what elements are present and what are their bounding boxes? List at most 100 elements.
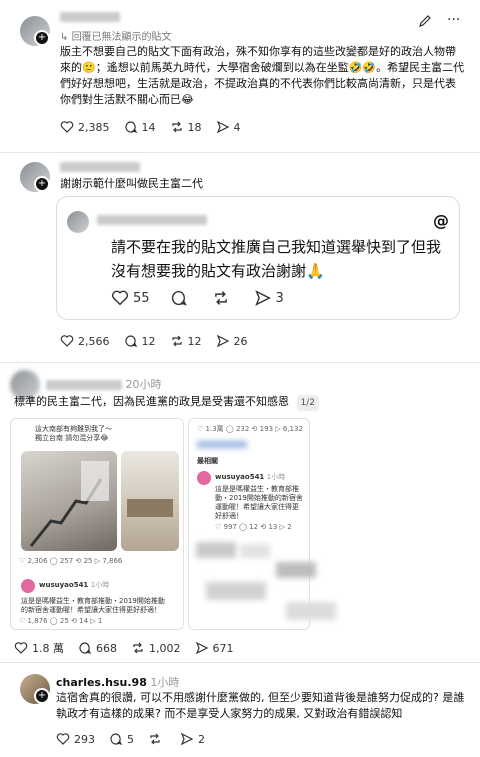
follow-plus-icon[interactable]: + xyxy=(34,688,50,704)
quoted-action-bar: 55 3 xyxy=(111,289,298,307)
post-text: 版主不想要自己的貼文下面有政治，殊不知你享有的這些改變都是好的政治人物帶來的🙂；… xyxy=(60,45,465,106)
comment-button[interactable]: 668 xyxy=(78,641,117,655)
card1-commenter: wusuyao541 1小時 xyxy=(39,581,110,589)
repost-button[interactable]: 1,002 xyxy=(131,641,181,655)
card2-stats: ♡ 1.3萬 ◯ 232 ⟲ 193 ▷ 6,132 xyxy=(197,425,303,433)
heart-icon xyxy=(111,290,129,306)
card2-commenter-avatar xyxy=(197,471,211,485)
quoted-like: 55 xyxy=(111,289,150,307)
card1-footer-stats: ♡ 1,876 ◯ 25 ⟲ 14 ▷ 1 xyxy=(19,617,103,625)
action-bar: 1.8 萬 668 1,002 671 xyxy=(14,640,248,656)
comment-icon xyxy=(171,290,187,306)
heart-icon xyxy=(56,733,70,745)
reply-arrow-icon: ↳ xyxy=(60,32,72,43)
like-count: 2,385 xyxy=(78,120,110,134)
quoted-repost xyxy=(212,289,234,307)
like-count: 293 xyxy=(74,732,95,746)
comment-count: 668 xyxy=(96,641,117,655)
author-name[interactable] xyxy=(60,10,120,23)
comment-count: 12 xyxy=(141,334,156,348)
share-count: 2 xyxy=(198,732,205,746)
follow-plus-icon[interactable]: + xyxy=(34,176,50,192)
card2-commenter: wusuyao541 1小時 xyxy=(215,473,286,481)
comment-icon xyxy=(110,733,123,746)
repost-button[interactable] xyxy=(148,732,166,746)
quoted-comment xyxy=(170,289,192,307)
repost-icon xyxy=(171,335,182,347)
repost-icon xyxy=(214,291,227,305)
quoted-like-count: 55 xyxy=(133,290,150,306)
quoted-avatar xyxy=(67,211,89,233)
like-button[interactable]: 293 xyxy=(56,732,95,746)
reply-context: ↳ 回覆已無法顯示的貼文 xyxy=(60,32,172,43)
share-count: 26 xyxy=(233,334,248,348)
card1-top-text: 這大南部有夠難到我了～ 獨立台南 請勿混分享😂 xyxy=(35,425,112,442)
post-text: 這宿舍真的很讚, 可以不用感謝什麼黨做的, 但至少要知道背後是誰努力促成的? 是… xyxy=(56,691,465,720)
like-button[interactable]: 1.8 萬 xyxy=(14,640,64,656)
comment-button[interactable]: 5 xyxy=(109,732,134,746)
author-name[interactable] xyxy=(60,160,140,173)
card2-body: 這是是嗎權益生・教育部推動・2019開始推動的新宿舍運動喔！希望讓大家住得更好舒… xyxy=(215,485,303,520)
card1-photo-room xyxy=(121,451,179,551)
comment-button[interactable]: 14 xyxy=(124,120,156,134)
share-button[interactable]: 4 xyxy=(216,120,241,134)
quoted-author xyxy=(97,213,207,226)
post-3: 20小時 標準的民主富二代，因為民進黨的政見是受害還不知感恩 1/2 這大南部有… xyxy=(0,362,480,663)
heart-icon xyxy=(14,642,28,654)
comment-icon xyxy=(124,121,137,134)
heart-icon xyxy=(60,121,74,133)
comment-count: 5 xyxy=(127,732,134,746)
quoted-post[interactable]: @ 請不要在我的貼文推廣自己我知道選舉快到了但我沒有想要我的貼文有政治謝謝🙏 5… xyxy=(56,196,460,320)
post-text: 標準的民主富二代，因為民進黨的政見是受害還不知感恩 xyxy=(14,395,289,408)
like-count: 1.8 萬 xyxy=(32,642,64,655)
post-text: 謝謝示範什麼叫做民主富二代 xyxy=(60,177,203,190)
author-name[interactable]: 20小時 xyxy=(46,376,162,392)
share-count: 671 xyxy=(212,641,234,655)
author-row: charles.hsu.98 1小時 xyxy=(56,674,179,690)
repost-count: 12 xyxy=(187,334,202,348)
post-text-row: 標準的民主富二代，因為民進黨的政見是受害還不知感恩 1/2 xyxy=(14,394,319,411)
post-time: 20小時 xyxy=(125,378,162,391)
share-icon xyxy=(180,732,194,746)
post-time: 1小時 xyxy=(150,676,180,689)
repost-button[interactable]: 12 xyxy=(170,334,202,348)
share-count: 4 xyxy=(233,120,241,134)
repost-icon xyxy=(171,121,182,133)
comment-icon xyxy=(124,335,137,348)
action-bar: 2,385 14 18 4 xyxy=(60,120,255,134)
card2-footer-stats: ♡ 997 ◯ 12 ⟲ 13 ▷ 2 xyxy=(215,523,292,531)
comment-button[interactable]: 12 xyxy=(124,334,156,348)
share-icon xyxy=(254,290,271,306)
share-icon xyxy=(195,641,208,655)
repost-button[interactable]: 18 xyxy=(170,120,202,134)
post-2: + 謝謝示範什麼叫做民主富二代 @ 請不要在我的貼文推廣自己我知道選舉快到了但我… xyxy=(0,152,480,363)
like-button[interactable]: 2,566 xyxy=(60,334,110,348)
repost-icon xyxy=(133,642,143,654)
more-icon[interactable]: ··· xyxy=(447,12,460,28)
card2-sort-tag: 最相關 xyxy=(197,457,218,465)
card1-photo-stairs xyxy=(21,451,117,551)
share-icon xyxy=(216,334,229,348)
heart-icon xyxy=(60,335,74,347)
quoted-share-count: 3 xyxy=(275,290,284,306)
repost-count: 18 xyxy=(187,120,202,134)
repost-count: 1,002 xyxy=(149,641,181,655)
pixelated-redaction xyxy=(196,542,346,626)
threads-logo-icon: @ xyxy=(433,211,449,230)
share-icon xyxy=(216,120,229,134)
card1-body: 這是是嗎權益生・教育部推動・2019開始推動的新宿舍運動喔！希望讓大家住得更好舒… xyxy=(21,597,165,614)
repost-icon xyxy=(150,733,160,745)
image-card-1[interactable]: 這大南部有夠難到我了～ 獨立台南 請勿混分享😂 ♡ 2,306 ◯ 257 ⟲ … xyxy=(10,418,184,630)
author-name[interactable]: charles.hsu.98 xyxy=(56,676,147,689)
share-button[interactable]: 671 xyxy=(195,641,234,655)
quoted-share: 3 xyxy=(254,289,284,307)
action-bar: 2,566 12 12 26 xyxy=(60,334,262,348)
post-4: + charles.hsu.98 1小時 這宿舍真的很讚, 可以不用感謝什麼黨做… xyxy=(0,662,480,757)
like-button[interactable]: 2,385 xyxy=(60,120,110,134)
follow-plus-icon[interactable]: + xyxy=(34,30,50,46)
comment-count: 14 xyxy=(141,120,156,134)
card1-stats: ♡ 2,306 ◯ 257 ⟲ 25 ▷ 7,866 xyxy=(19,557,123,565)
share-button[interactable]: 2 xyxy=(180,732,205,746)
edit-icon[interactable] xyxy=(418,14,432,31)
share-button[interactable]: 26 xyxy=(216,334,248,348)
